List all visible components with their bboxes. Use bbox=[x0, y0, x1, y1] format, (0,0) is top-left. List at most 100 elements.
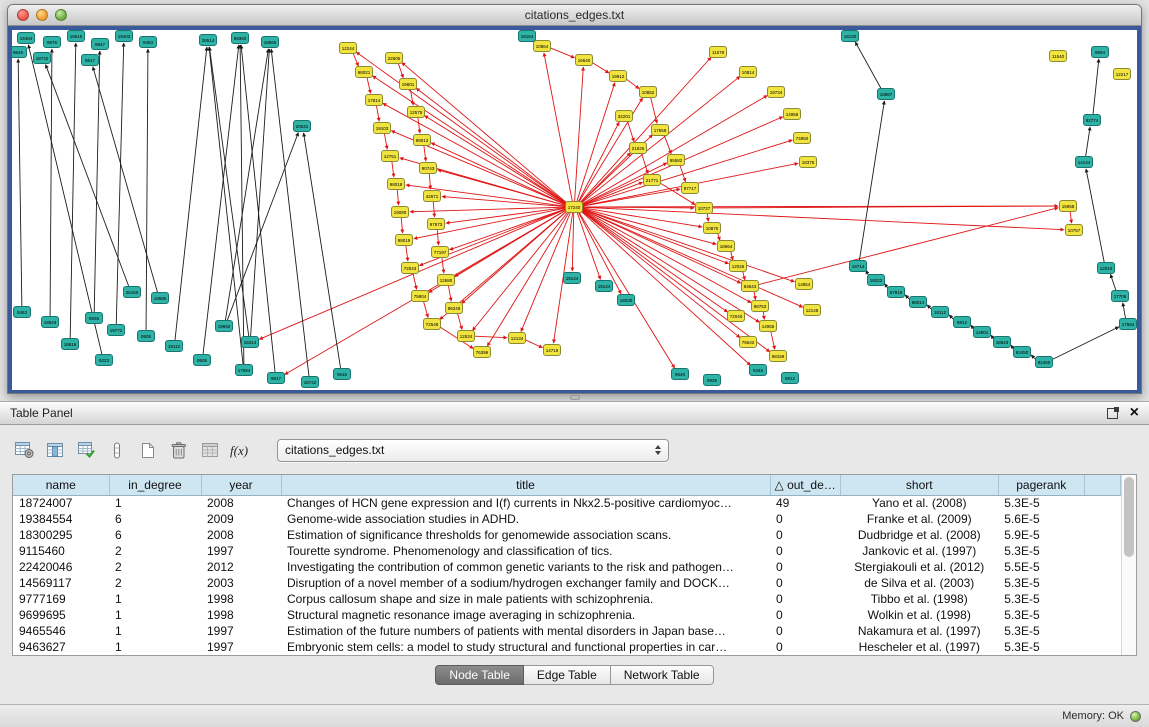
graph-node[interactable]: 90743 bbox=[420, 163, 437, 174]
graph-edge[interactable] bbox=[437, 230, 438, 245]
graph-node[interactable]: 17584 bbox=[1120, 319, 1137, 330]
graph-node[interactable]: 16640 bbox=[576, 55, 593, 66]
close-panel-icon[interactable]: × bbox=[1130, 407, 1139, 419]
graph-node[interactable]: 26514 bbox=[200, 35, 217, 46]
network-canvas[interactable]: 1724012244226059802119601178141257519103… bbox=[8, 26, 1141, 394]
graph-node[interactable]: 9936 bbox=[86, 313, 103, 324]
graph-node[interactable]: 9616 bbox=[334, 369, 351, 380]
table-row[interactable]: 2242004622012Investigating the contribut… bbox=[13, 559, 1121, 575]
graph-node[interactable]: 76396 bbox=[474, 347, 491, 358]
graph-node[interactable]: 18585 bbox=[152, 293, 169, 304]
graph-node[interactable]: 75904 bbox=[412, 291, 429, 302]
graph-edge[interactable] bbox=[1086, 127, 1090, 156]
graph-node[interactable]: 92450 bbox=[1036, 357, 1053, 368]
column-header-name[interactable]: name bbox=[13, 475, 109, 495]
graph-edge[interactable] bbox=[424, 302, 429, 318]
graph-node[interactable]: 18112 bbox=[932, 307, 949, 318]
graph-node[interactable]: 92774 bbox=[1084, 115, 1101, 126]
graph-node[interactable]: 19080 bbox=[392, 207, 409, 218]
table-row[interactable]: 1456911722003Disruption of a novel membe… bbox=[13, 575, 1121, 591]
graph-node[interactable]: 19772 bbox=[108, 325, 125, 336]
graph-node[interactable]: 19601 bbox=[400, 79, 417, 90]
graph-edge[interactable] bbox=[475, 336, 507, 337]
graph-edge[interactable] bbox=[859, 101, 884, 260]
graph-node[interactable]: 22605 bbox=[386, 53, 403, 64]
graph-node[interactable]: 12010 bbox=[1098, 263, 1115, 274]
graph-node[interactable]: 14955 bbox=[760, 321, 777, 332]
tab-network-table[interactable]: Network Table bbox=[611, 665, 714, 685]
graph-node[interactable]: 17584 bbox=[236, 365, 253, 376]
column-header-year[interactable]: year bbox=[201, 475, 281, 495]
graph-edge[interactable] bbox=[70, 43, 76, 338]
graph-edge[interactable] bbox=[583, 140, 793, 205]
graph-node[interactable]: 98021 bbox=[356, 67, 373, 78]
table-row[interactable]: 946362711997Embryonic stem cells: a mode… bbox=[13, 639, 1121, 655]
graph-edge[interactable] bbox=[551, 48, 575, 58]
graph-node[interactable]: 18375 bbox=[800, 157, 817, 168]
splitter-handle[interactable] bbox=[570, 395, 580, 400]
graph-node[interactable]: 74850 bbox=[794, 133, 811, 144]
graph-node[interactable]: 19484 bbox=[18, 33, 35, 44]
graph-node[interactable]: 95582 bbox=[668, 155, 685, 166]
graph-edge[interactable] bbox=[458, 314, 463, 330]
tab-edge-table[interactable]: Edge Table bbox=[524, 665, 611, 685]
graph-node[interactable]: 9505 bbox=[194, 355, 211, 366]
graph-edge[interactable] bbox=[583, 209, 795, 282]
graph-node[interactable]: 19222 bbox=[868, 275, 885, 286]
graph-edge[interactable] bbox=[1052, 327, 1119, 360]
graph-node[interactable]: 19144 bbox=[596, 281, 613, 292]
graph-node[interactable]: 98018 bbox=[388, 179, 405, 190]
graph-node[interactable]: 19734 bbox=[768, 87, 785, 98]
new-table-button[interactable] bbox=[136, 438, 160, 462]
graph-node[interactable]: 12026 bbox=[730, 261, 747, 272]
graph-edge[interactable] bbox=[1070, 212, 1071, 223]
graph-node[interactable]: 98014 bbox=[910, 297, 927, 308]
graph-node[interactable]: 9847 bbox=[92, 39, 109, 50]
graph-edge[interactable] bbox=[392, 162, 394, 177]
graph-node[interactable]: 17240 bbox=[566, 202, 583, 213]
graph-edge[interactable] bbox=[46, 65, 129, 287]
merge-table-button[interactable] bbox=[198, 438, 222, 462]
graph-edge[interactable] bbox=[203, 45, 239, 354]
graph-edge[interactable] bbox=[521, 213, 570, 332]
graph-node[interactable]: 10875 bbox=[704, 223, 721, 234]
graph-node[interactable]: 98019 bbox=[396, 235, 413, 246]
graph-node[interactable]: 9925 bbox=[704, 375, 721, 386]
column-selector-button[interactable] bbox=[105, 438, 129, 462]
window-minimize-button[interactable] bbox=[36, 9, 48, 21]
graph-node[interactable]: 97673 bbox=[428, 219, 445, 230]
graph-node[interactable]: 12751 bbox=[382, 151, 399, 162]
graph-edge[interactable] bbox=[771, 332, 775, 350]
window-close-button[interactable] bbox=[17, 9, 29, 21]
graph-node[interactable]: 18643 bbox=[994, 337, 1011, 348]
graph-node[interactable]: 19403 bbox=[116, 31, 133, 42]
graph-edge[interactable] bbox=[754, 291, 756, 299]
column-header-title[interactable]: title bbox=[281, 475, 770, 495]
graph-edge[interactable] bbox=[353, 53, 358, 66]
graph-node[interactable]: 19692 bbox=[216, 321, 233, 332]
graph-node[interactable]: 14901 bbox=[974, 327, 991, 338]
graph-node[interactable]: 93643 bbox=[742, 281, 759, 292]
graph-edge[interactable] bbox=[433, 202, 434, 217]
graph-node[interactable]: 9646 bbox=[12, 47, 27, 58]
graph-edge[interactable] bbox=[50, 49, 52, 316]
graph-edge[interactable] bbox=[424, 146, 426, 161]
column-header-in_degree[interactable]: in_degree bbox=[109, 475, 201, 495]
graph-edge[interactable] bbox=[429, 174, 430, 189]
graph-node[interactable]: 12148 bbox=[804, 305, 821, 316]
table-scrollbar-thumb[interactable] bbox=[1124, 477, 1134, 557]
graph-edge[interactable] bbox=[397, 190, 398, 205]
graph-node[interactable]: 9463 bbox=[14, 307, 31, 318]
graph-node[interactable]: 12680 bbox=[438, 275, 455, 286]
graph-node[interactable]: 98159 bbox=[770, 351, 787, 362]
graph-node[interactable]: 19812 bbox=[610, 71, 627, 82]
graph-edge[interactable] bbox=[448, 286, 451, 302]
graph-edge[interactable] bbox=[582, 209, 803, 307]
network-graph[interactable]: 1724012244226059802119601178141257519103… bbox=[12, 30, 1137, 390]
graph-node[interactable]: 10727 bbox=[696, 203, 713, 214]
window-zoom-button[interactable] bbox=[55, 9, 67, 21]
graph-edge[interactable] bbox=[626, 79, 639, 89]
graph-edge[interactable] bbox=[406, 246, 408, 261]
graph-edge[interactable] bbox=[581, 153, 631, 203]
graph-node[interactable]: 18742 bbox=[34, 53, 51, 64]
